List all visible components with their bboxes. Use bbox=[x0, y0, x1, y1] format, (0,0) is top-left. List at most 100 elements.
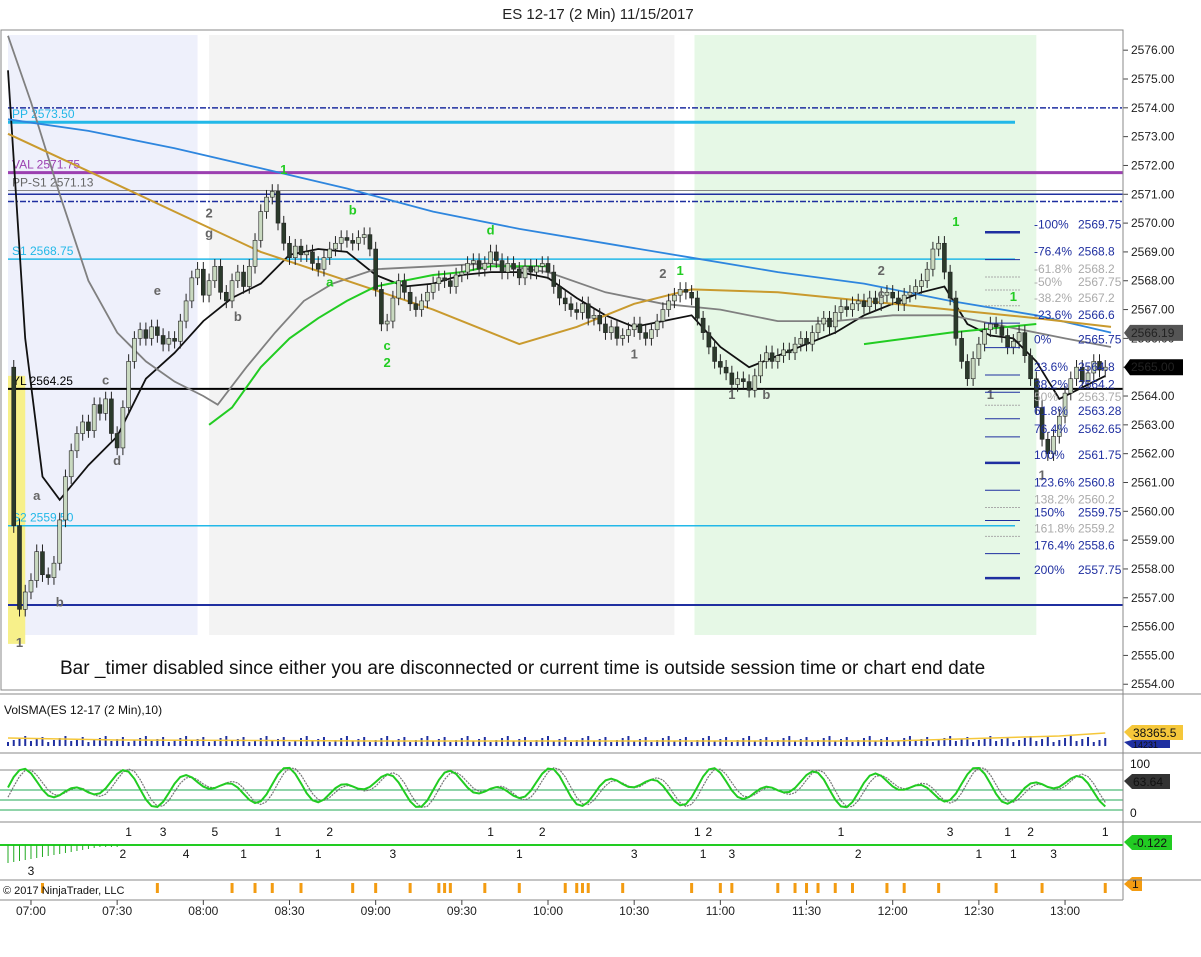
wave-label-8: b bbox=[234, 309, 242, 324]
volume-flag2-text: 14231 bbox=[1133, 740, 1158, 750]
candle-body-125 bbox=[723, 366, 729, 374]
candle-body-100 bbox=[580, 303, 585, 313]
wave-label-2: b bbox=[56, 594, 64, 609]
candle-body-64 bbox=[373, 248, 378, 290]
price-tick-2: 2574.00 bbox=[1131, 101, 1175, 115]
candle-body-114 bbox=[660, 309, 666, 322]
candle-body-104 bbox=[603, 323, 608, 333]
price-chart[interactable]: ES 12-17 (2 Min) 11/15/2017 PP 2573.50 VA… bbox=[0, 0, 1201, 952]
candle-body-118 bbox=[683, 289, 689, 293]
candle-body-147 bbox=[850, 303, 855, 310]
candle-body-3 bbox=[22, 591, 28, 610]
candle-body-148 bbox=[855, 300, 861, 305]
candle-body-69 bbox=[402, 280, 407, 293]
tick-marker-21 bbox=[730, 883, 734, 893]
fib-price-0: 2569.75 bbox=[1078, 217, 1122, 231]
candle-body-28 bbox=[166, 338, 172, 345]
tick-marker-33 bbox=[1103, 883, 1107, 893]
price-tick-14: 2562.00 bbox=[1131, 447, 1175, 461]
candle-body-139 bbox=[804, 338, 809, 345]
candle-body-141 bbox=[815, 323, 821, 333]
candle-body-142 bbox=[821, 317, 827, 325]
candle-body-116 bbox=[672, 294, 677, 302]
candle-body-46 bbox=[269, 191, 275, 198]
candle-body-61 bbox=[356, 237, 361, 244]
price-tick-0: 2576.00 bbox=[1131, 43, 1175, 57]
volume-panel-title: VolSMA(ES 12-17 (2 Min),10) bbox=[4, 703, 162, 717]
wave-label-4: d bbox=[113, 453, 121, 468]
candle-body-138 bbox=[798, 338, 804, 345]
hist-label-19: 1 bbox=[838, 825, 845, 839]
bar-timer-message: Bar _timer disabled since either you are… bbox=[60, 658, 985, 679]
candle-body-84 bbox=[488, 251, 493, 264]
candle-body-166 bbox=[959, 338, 964, 362]
candle-body-131 bbox=[758, 361, 763, 377]
candle-body-79 bbox=[459, 271, 465, 276]
fib-pct-12: 100% bbox=[1034, 448, 1065, 462]
candle-body-18 bbox=[109, 398, 114, 434]
candle-body-83 bbox=[482, 263, 488, 270]
tick-marker-7 bbox=[374, 883, 378, 893]
candle-body-111 bbox=[643, 332, 648, 339]
fib-price-11: 2562.65 bbox=[1078, 422, 1122, 436]
wave-label-3: c bbox=[102, 372, 109, 387]
fib-price-7: 2564.8 bbox=[1078, 360, 1115, 374]
candle-body-106 bbox=[614, 326, 620, 339]
price-tick-19: 2557.00 bbox=[1131, 591, 1175, 605]
tick-marker-26 bbox=[833, 883, 837, 893]
candle-body-49 bbox=[287, 242, 292, 258]
ma-flag: 2566.19 bbox=[1124, 324, 1183, 341]
wave-label-23: 1 bbox=[987, 387, 994, 402]
candle-body-110 bbox=[637, 323, 643, 333]
candle-body-178 bbox=[1028, 355, 1033, 380]
time-tick-2: 08:00 bbox=[188, 904, 218, 918]
candle-body-63 bbox=[367, 234, 373, 250]
candle-body-33 bbox=[195, 268, 200, 279]
tick-marker-9 bbox=[437, 883, 441, 893]
tick-marker-8 bbox=[408, 883, 412, 893]
candle-body-176 bbox=[1016, 332, 1022, 342]
price-tick-15: 2561.00 bbox=[1131, 475, 1175, 489]
wave-label-12: c bbox=[384, 338, 391, 353]
candle-body-171 bbox=[988, 323, 993, 331]
candle-body-78 bbox=[453, 274, 459, 287]
fib-pct-2: -61.8% bbox=[1034, 262, 1072, 276]
candle-body-135 bbox=[781, 349, 786, 356]
candle-body-164 bbox=[947, 271, 953, 299]
candle-body-51 bbox=[298, 245, 304, 256]
wave-label-17: 1 bbox=[631, 347, 638, 362]
candle-body-130 bbox=[752, 375, 758, 391]
candle-body-124 bbox=[718, 361, 723, 368]
candle-body-105 bbox=[608, 326, 614, 333]
candle-body-54 bbox=[315, 263, 321, 270]
tick-marker-22 bbox=[776, 883, 780, 893]
candle-body-42 bbox=[246, 266, 252, 287]
price-tick-21: 2555.00 bbox=[1131, 648, 1175, 662]
last-price-flag: 2565.00 bbox=[1124, 359, 1183, 376]
candle-body-103 bbox=[597, 315, 603, 325]
candle-body-55 bbox=[321, 257, 327, 270]
wave-label-22: 1 bbox=[952, 214, 959, 229]
tick-marker-27 bbox=[850, 883, 854, 893]
fib-price-10: 2563.28 bbox=[1078, 404, 1122, 418]
candle-body-53 bbox=[310, 251, 315, 264]
stoch-tick-0: 0 bbox=[1130, 806, 1137, 820]
candle-body-24 bbox=[143, 329, 149, 339]
ma-flag-text: 2566.19 bbox=[1131, 326, 1175, 340]
candle-body-168 bbox=[970, 358, 976, 380]
hist-label-2: 2 bbox=[120, 847, 127, 861]
candle-body-143 bbox=[827, 317, 832, 328]
time-tick-4: 09:00 bbox=[361, 904, 391, 918]
fib-pct-16: 161.8% bbox=[1034, 521, 1075, 535]
tick-marker-5 bbox=[299, 883, 303, 893]
candle-body-76 bbox=[442, 277, 447, 282]
candle-body-126 bbox=[729, 372, 735, 385]
candle-body-115 bbox=[666, 300, 671, 310]
candle-body-156 bbox=[901, 294, 907, 305]
candle-body-98 bbox=[568, 303, 574, 310]
wave-label-6: 2 bbox=[205, 205, 212, 220]
candle-body-161 bbox=[930, 248, 936, 270]
hist-label-4: 4 bbox=[183, 847, 190, 861]
bottom-flag-text: 1 bbox=[1132, 877, 1139, 891]
candle-body-44 bbox=[258, 211, 264, 241]
